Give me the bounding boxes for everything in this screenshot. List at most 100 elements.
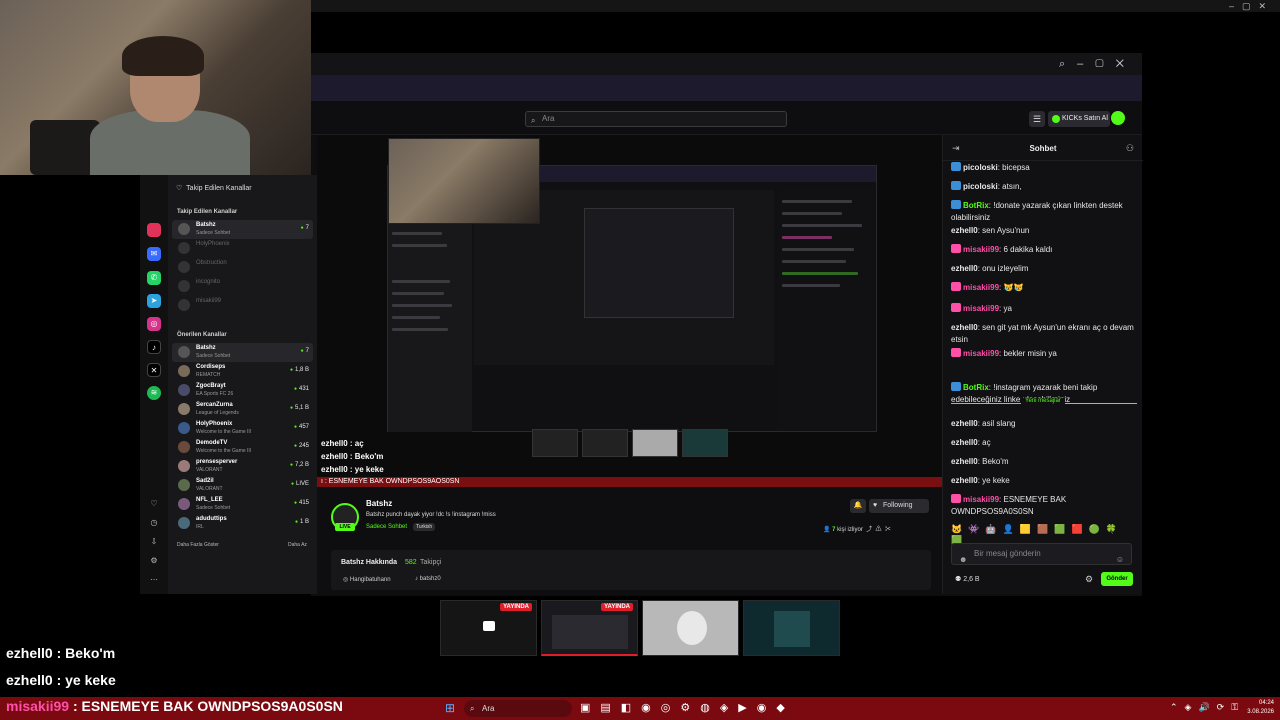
chat-header: ⇥ Sohbet ⚇ bbox=[943, 135, 1143, 161]
sidebar-channel[interactable]: aduduttips IRL 1 B bbox=[172, 514, 313, 533]
sidebar-channel[interactable]: Sad2il VALORANT LIVE bbox=[172, 476, 313, 495]
messenger-icon[interactable]: ✉ bbox=[147, 247, 161, 261]
notification-bell-button[interactable]: 🔔 bbox=[850, 499, 866, 513]
browser-window-controls[interactable]: ⌕–▢✕ bbox=[1059, 58, 1136, 71]
window-controls[interactable]: –▢✕ bbox=[1229, 1, 1274, 12]
chat-message: picoloski: atsın, bbox=[951, 181, 1137, 193]
sidebar-channel[interactable]: NFL_LEE Sadece Sohbet 415 bbox=[172, 495, 313, 514]
telegram-icon[interactable]: ➤ bbox=[147, 294, 161, 308]
show-more-link[interactable]: Daha Fazla Göster bbox=[177, 542, 219, 548]
sidebar-channel-batshz[interactable]: Batshz Sadece Sohbet 7 bbox=[172, 220, 313, 239]
chat-username[interactable]: misakii99 bbox=[963, 304, 999, 313]
chat-username[interactable]: BotRix bbox=[963, 383, 989, 392]
emote-picker-icon[interactable]: ☺ bbox=[1116, 550, 1124, 570]
chat-username[interactable]: misakii99 bbox=[963, 245, 999, 254]
instagram-link[interactable]: ◎ Hangibatuhann bbox=[343, 576, 391, 583]
kicks-balance[interactable]: ⚉ 2,6 B bbox=[955, 575, 980, 583]
channel-category: Sadece Sohbet bbox=[196, 505, 231, 511]
sidebar-channel[interactable]: DemodeTV Welcome to the Game III 245 bbox=[172, 438, 313, 457]
overlay-line: ezhell0 : aç bbox=[321, 439, 364, 448]
sidebar-channel[interactable]: Obstruction bbox=[172, 258, 313, 277]
chat-text: atsın, bbox=[1002, 182, 1022, 191]
chat-username[interactable]: BotRix bbox=[963, 201, 989, 210]
channel-name: Cordiseps bbox=[196, 364, 226, 370]
browser-address-bar[interactable]: tshz ⧉◎◐▷♡⇩≡👤◈⚙ bbox=[311, 75, 1142, 114]
emote-bar[interactable]: 🐱👾🤖👤🟨🟫🟩🟥🟢🍀🟩 bbox=[951, 524, 1135, 545]
start-icon[interactable]: ⊞ bbox=[445, 701, 459, 715]
menu-icon[interactable]: ☰ bbox=[1029, 111, 1045, 127]
avatar bbox=[178, 384, 190, 396]
window-thumbnail[interactable]: YAYINDA bbox=[541, 600, 638, 656]
heart-icon[interactable]: ♡ bbox=[147, 497, 161, 511]
chat-input[interactable]: ☻ Bir mesaj gönderin ☺ bbox=[951, 543, 1132, 565]
chat-username[interactable]: ezhell0 bbox=[951, 476, 978, 485]
x-icon[interactable]: ✕ bbox=[147, 363, 161, 377]
whatsapp-icon[interactable]: ✆ bbox=[147, 271, 161, 285]
stream-tag[interactable]: Turkish bbox=[413, 523, 436, 531]
sidebar-channel[interactable]: misakii99 bbox=[172, 296, 313, 315]
sidebar-channel[interactable]: HolyPhoenix Welcome to the Game III 457 bbox=[172, 419, 313, 438]
user-badge-icon bbox=[951, 494, 961, 503]
channel-category: EA Sports FC 26 bbox=[196, 391, 234, 397]
chat-username[interactable]: picoloski bbox=[963, 163, 998, 172]
chat-input-icon: ☻ bbox=[959, 555, 968, 564]
tiktok-link[interactable]: ♪ batshz0 bbox=[415, 576, 441, 582]
nested-line bbox=[782, 260, 846, 263]
chat-username[interactable]: ezhell0 bbox=[951, 419, 978, 428]
channel-name: HolyPhoenix bbox=[196, 421, 233, 427]
streamer-name[interactable]: Batshz bbox=[366, 499, 392, 508]
chat-users-icon[interactable]: ⚇ bbox=[1126, 143, 1134, 154]
taskbar-app-icons[interactable]: ▣▤◧◉◎⚙◍◈▶◉◆ bbox=[580, 701, 795, 714]
chat-message: ezhell0: aç bbox=[951, 437, 1137, 449]
chat-username[interactable]: ezhell0 bbox=[951, 457, 978, 466]
chat-settings-icon[interactable]: ⚙ bbox=[1085, 574, 1093, 585]
following-button[interactable]: ♥ Following bbox=[869, 499, 929, 513]
sidebar-channel[interactable]: Cordiseps REMATCH 1,8 B bbox=[172, 362, 313, 381]
chat-username[interactable]: misakii99 bbox=[963, 283, 999, 292]
nested-thumb bbox=[532, 429, 578, 457]
spotify-icon[interactable]: ≋ bbox=[147, 386, 161, 400]
window-thumbnail[interactable] bbox=[743, 600, 840, 656]
chat-username[interactable]: ezhell0 bbox=[951, 323, 978, 332]
instagram-icon[interactable]: ◎ bbox=[147, 317, 161, 331]
history-icon[interactable]: ◷ bbox=[147, 516, 161, 530]
download-icon[interactable]: ⇩ bbox=[147, 535, 161, 549]
sidebar-channel[interactable]: ZgocBrayt EA Sports FC 26 431 bbox=[172, 381, 313, 400]
chat-username[interactable]: ezhell0 bbox=[951, 226, 978, 235]
taskbar-clock[interactable]: 04:24 3.08.2026 bbox=[1244, 699, 1274, 717]
channel-name: DemodeTV bbox=[196, 440, 228, 446]
window-thumbnail[interactable]: YAYINDA bbox=[440, 600, 537, 656]
user-avatar[interactable] bbox=[1111, 111, 1125, 125]
kicks-icon bbox=[1052, 115, 1060, 123]
window-thumbnail[interactable] bbox=[642, 600, 739, 656]
show-less-link[interactable]: Daha Az bbox=[288, 542, 307, 548]
chat-username[interactable]: misakii99 bbox=[963, 349, 999, 358]
monitor-icon bbox=[483, 621, 495, 631]
chat-username[interactable]: ezhell0 bbox=[951, 438, 978, 447]
tiktok-icon[interactable]: ♪ bbox=[147, 340, 161, 354]
stream-video[interactable]: ezhell0 : aç ezhell0 : Beko'm ezhell0 : … bbox=[317, 135, 942, 477]
thumbnail-preview bbox=[774, 611, 810, 647]
more-icon[interactable]: ⋯ bbox=[147, 573, 161, 587]
search-input[interactable]: ⌕ Ara bbox=[525, 111, 787, 127]
user-badge-icon bbox=[951, 162, 961, 171]
channel-name: SercanZurna bbox=[196, 402, 233, 408]
settings-icon[interactable]: ⚙ bbox=[147, 554, 161, 568]
sidebar-channel[interactable]: incognito bbox=[172, 277, 313, 296]
sidebar-channel[interactable]: prensesperver VALORANT 7,2 B bbox=[172, 457, 313, 476]
sidebar-channel[interactable]: HolyPhoenix bbox=[172, 239, 313, 258]
live-badge: YAYINDA bbox=[500, 603, 532, 611]
app-icon-1[interactable] bbox=[147, 223, 161, 237]
sidebar-channel[interactable]: Batshz Sadece Sohbet 7 bbox=[172, 343, 313, 362]
chat-username[interactable]: picoloski bbox=[963, 182, 998, 191]
sidebar-channel[interactable]: SercanZurna League of Legends 5,1 B bbox=[172, 400, 313, 419]
avatar bbox=[178, 517, 190, 529]
chat-username[interactable]: ezhell0 bbox=[951, 264, 978, 273]
send-button[interactable]: Gönder bbox=[1101, 572, 1133, 586]
stream-title: Batshz punch dayak yiyor !dc !s !instagr… bbox=[366, 512, 496, 518]
system-tray[interactable]: ⌃◈🔊⟳⚿ bbox=[1170, 702, 1245, 713]
taskbar-search[interactable]: ⌕ Ara bbox=[464, 700, 572, 717]
viewer-count: 1 B bbox=[295, 519, 309, 525]
stream-category[interactable]: Sadece Sohbet bbox=[366, 524, 407, 530]
chat-username[interactable]: misakii99 bbox=[963, 495, 999, 504]
